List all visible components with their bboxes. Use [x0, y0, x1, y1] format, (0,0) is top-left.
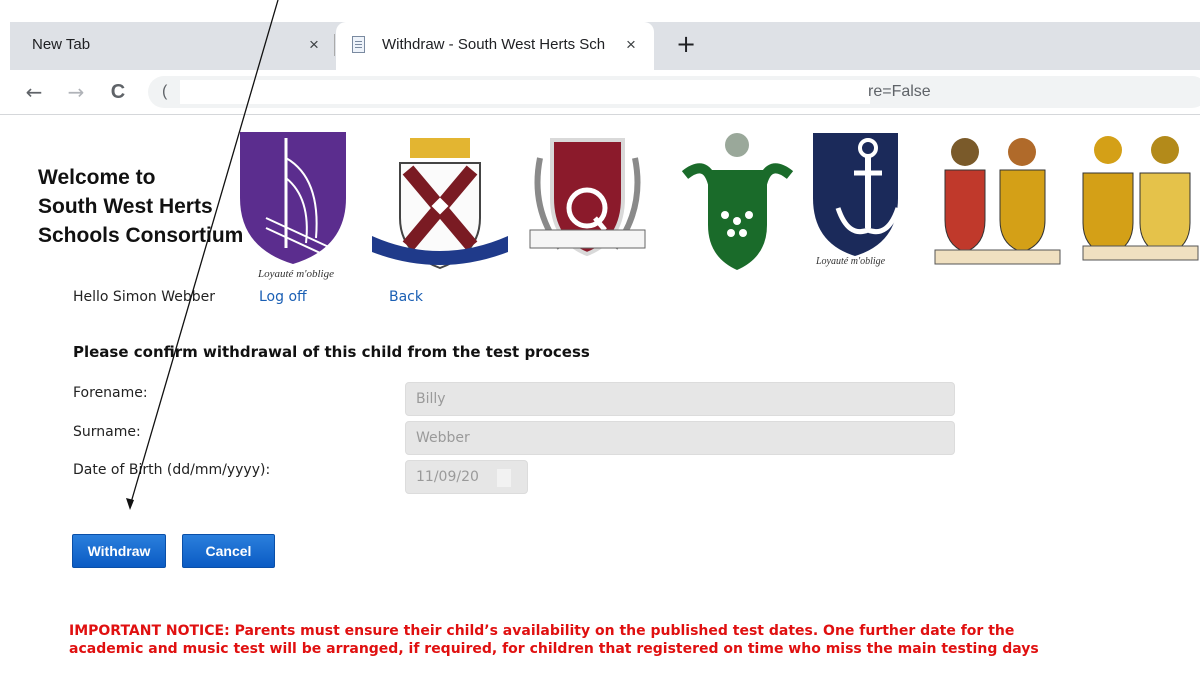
- user-greeting: Hello Simon Webber: [73, 289, 216, 305]
- close-icon[interactable]: ×: [620, 34, 642, 56]
- reload-icon[interactable]: C: [104, 78, 132, 106]
- tab-new-tab[interactable]: New Tab ×: [10, 22, 335, 70]
- welcome-line: Schools Consortium: [38, 224, 244, 247]
- address-redacted: [180, 80, 870, 104]
- purple-crest-icon: Loyauté m'oblige: [236, 128, 356, 288]
- address-bar[interactable]: ( re=False: [148, 76, 1200, 108]
- tab-title: Withdraw - South West Herts Sch: [382, 36, 606, 53]
- crest-motto: Loyauté m'oblige: [816, 256, 886, 267]
- notice-line: academic and music test will be arranged…: [69, 641, 1039, 657]
- sperate-parati-crest-2-icon: [1078, 128, 1200, 273]
- tab-separator: [334, 34, 335, 56]
- welcome-line: South West Herts: [38, 195, 213, 218]
- logoff-link[interactable]: Log off: [259, 289, 307, 305]
- forename-label: Forename:: [73, 385, 148, 401]
- dob-field[interactable]: 11/09/20: [405, 460, 528, 494]
- dob-value: 11/09/20: [416, 469, 479, 485]
- dob-label: Date of Birth (dd/mm/yyyy):: [73, 462, 271, 478]
- crest-motto: Loyauté m'oblige: [258, 268, 334, 280]
- sperate-parati-crest-icon: [930, 130, 1065, 270]
- notice-line: IMPORTANT NOTICE: Parents must ensure th…: [69, 623, 1015, 639]
- withdraw-button[interactable]: Withdraw: [72, 534, 166, 568]
- dob-redacted: [497, 469, 511, 487]
- surname-label: Surname:: [73, 424, 141, 440]
- forward-arrow-icon[interactable]: →: [62, 78, 90, 106]
- address-prefix: (: [162, 83, 168, 100]
- nemo-sibi-crest-icon: [370, 128, 510, 278]
- page-favicon-icon: [352, 36, 365, 53]
- important-notice: IMPORTANT NOTICE: Parents must ensure th…: [69, 622, 1179, 658]
- back-link[interactable]: Back: [389, 289, 423, 305]
- queens-school-crest-icon: [520, 128, 655, 273]
- welcome-heading: Welcome to South West Herts Schools Cons…: [38, 163, 268, 250]
- green-crest-icon: [680, 125, 795, 275]
- anchor-crest-icon: Loyauté m'oblige: [808, 128, 918, 278]
- tab-title: New Tab: [32, 36, 91, 53]
- tab-withdraw[interactable]: Withdraw - South West Herts Sch ×: [336, 22, 654, 70]
- surname-field[interactable]: Webber: [405, 421, 955, 455]
- page-title: Please confirm withdrawal of this child …: [73, 343, 590, 361]
- close-icon[interactable]: ×: [303, 34, 325, 56]
- cancel-button[interactable]: Cancel: [182, 534, 275, 568]
- address-text: re=False: [868, 83, 931, 100]
- forename-field[interactable]: Billy: [405, 382, 955, 416]
- back-arrow-icon[interactable]: ←: [20, 78, 48, 106]
- welcome-line: Welcome to: [38, 166, 156, 189]
- new-tab-button[interactable]: +: [670, 28, 702, 60]
